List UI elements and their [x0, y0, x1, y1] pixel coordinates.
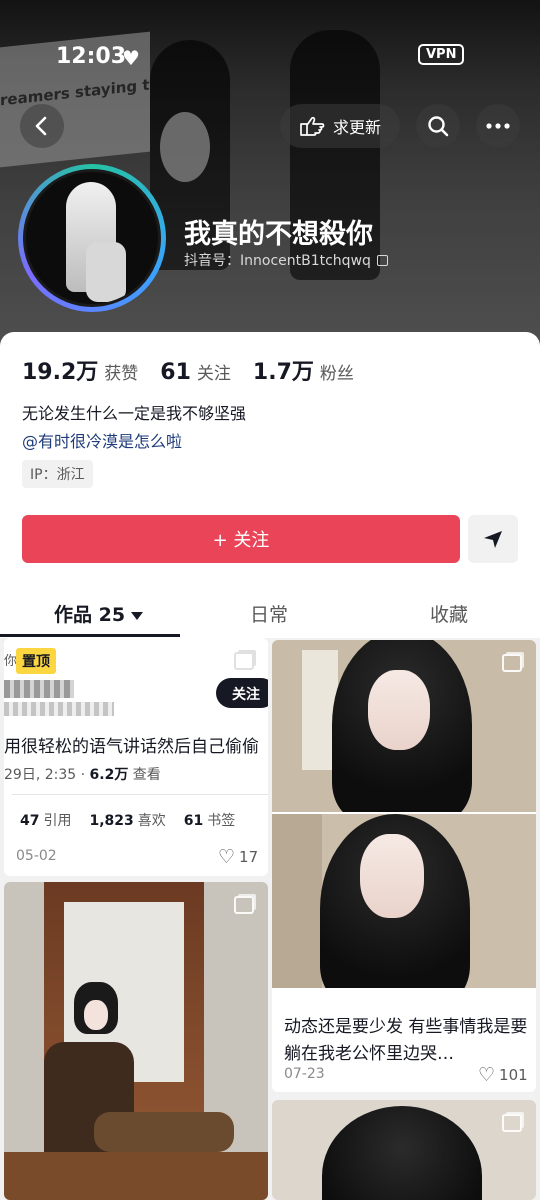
search-icon [428, 116, 449, 137]
caret-down-icon [131, 611, 144, 620]
bookmark-count-value: 61 [183, 813, 204, 829]
post-date: 05-02 [16, 848, 57, 864]
status-time: 12:03 [56, 44, 127, 69]
pinned-badge: 置顶 [16, 648, 56, 674]
post-card-selfie[interactable]: 动态还是要少发 有些事情我是要躺在我老公怀里边哭… 07-23 ♡ 101 [272, 640, 536, 1092]
copy-icon[interactable] [376, 254, 388, 266]
stat-following-value: 61 [160, 360, 191, 385]
avatar[interactable] [18, 164, 166, 312]
back-button[interactable] [20, 104, 64, 148]
search-button[interactable] [416, 104, 460, 148]
tab-daily-label: 日常 [250, 604, 289, 626]
send-icon [484, 531, 502, 548]
quote-count-label: 引用 [43, 813, 72, 829]
heart-outline-icon: ♡ [478, 1064, 496, 1086]
blurred-handle [4, 702, 114, 716]
post-photo-bottom [272, 814, 536, 988]
stat-likes-value: 19.2万 [22, 360, 99, 385]
douyin-id: 抖音号：InnocentB1tchqwq [184, 253, 371, 269]
stat-followers-value: 1.7万 [252, 360, 314, 385]
blurred-username [4, 680, 74, 698]
follow-button-label: + 关注 [212, 530, 270, 551]
stat-likes[interactable]: 19.2万 获赞 [22, 354, 138, 386]
pointing-hand-icon [300, 116, 325, 136]
vpn-badge: VPN [418, 44, 465, 65]
stat-following-label: 关注 [196, 364, 231, 384]
stat-likes-label: 获赞 [104, 364, 139, 384]
post-photo-top [272, 640, 536, 812]
stat-following[interactable]: 61 关注 [160, 359, 231, 385]
active-tab-indicator [0, 634, 180, 637]
ip-location-tag: IP：浙江 [22, 460, 93, 488]
post-photo [272, 1100, 536, 1200]
request-update-button[interactable]: 求更新 [280, 104, 400, 148]
content-tabs: 作品 25 日常 收藏 [0, 590, 540, 638]
multi-image-icon [502, 654, 522, 672]
share-send-button[interactable] [468, 515, 518, 563]
embedded-post-views: 6.2万 [89, 767, 129, 783]
tab-works[interactable]: 作品 25 [54, 600, 144, 627]
tab-favorites[interactable]: 收藏 [430, 600, 468, 627]
stat-followers-label: 粉丝 [319, 364, 354, 384]
multi-image-icon [234, 896, 254, 914]
post-likes-count: 101 [499, 1066, 528, 1084]
tab-daily[interactable]: 日常 [250, 600, 288, 627]
like-count: 1,823 喜欢 [89, 810, 165, 830]
profile-header-cover: reamers staying together 12:03 ♥ VPN 求更新… [0, 0, 540, 360]
bio-mention-link[interactable]: @有时很冷漠是怎么啦 [22, 428, 182, 452]
embedded-post-stats: 47 引用 1,823 喜欢 61 书签 [20, 810, 235, 830]
bio-text: 无论发生什么一定是我不够坚强 [22, 404, 247, 423]
post-photo [4, 882, 268, 1200]
status-bar: 12:03 ♥ VPN [0, 40, 540, 76]
works-feed: 你 置顶 关注 用很轻松的语气讲话然后自己偷偷 29日, 2:35 · 6.2万… [0, 638, 540, 1200]
post-card-pinned[interactable]: 你 置顶 关注 用很轻松的语气讲话然后自己偷偷 29日, 2:35 · 6.2万… [4, 638, 268, 876]
more-dots-icon [486, 123, 510, 129]
post-date: 07-23 [284, 1066, 325, 1082]
multi-image-icon [502, 1114, 522, 1132]
embedded-post-views-label: 查看 [128, 767, 161, 783]
stat-followers[interactable]: 1.7万 粉丝 [253, 354, 354, 386]
tab-works-label: 作品 25 [54, 604, 126, 626]
request-update-label: 求更新 [332, 118, 381, 137]
post-likes-count: 17 [239, 848, 259, 866]
embedded-follow-pill: 关注 [216, 678, 268, 708]
heart-outline-icon: ♡ [218, 846, 236, 868]
multi-image-icon [234, 652, 254, 670]
like-count-label: 喜欢 [137, 813, 166, 829]
embedded-post-date: 29日, 2:35 · [4, 767, 90, 783]
post-likes[interactable]: ♡ 101 [478, 1064, 528, 1086]
quote-count-value: 47 [20, 813, 40, 829]
quote-count: 47 引用 [20, 810, 71, 830]
embedded-post-meta: 29日, 2:35 · 6.2万 查看 [4, 764, 161, 784]
like-count-value: 1,823 [89, 813, 134, 829]
profile-stats: 19.2万 获赞 61 关注 1.7万 粉丝 [22, 354, 354, 386]
more-button[interactable] [476, 104, 520, 148]
tab-favorites-label: 收藏 [430, 604, 469, 626]
heart-icon: ♥ [122, 46, 140, 70]
bookmark-count: 61 书签 [184, 810, 235, 830]
post-likes[interactable]: ♡ 17 [218, 846, 258, 868]
post-caption: 动态还是要少发 有些事情我是要躺在我老公怀里边哭… [284, 1017, 528, 1064]
bookmark-count-label: 书签 [207, 813, 236, 829]
embedded-post-text: 用很轻松的语气讲话然后自己偷偷 [4, 737, 259, 757]
douyin-id-row[interactable]: 抖音号：InnocentB1tchqwq [184, 250, 388, 270]
profile-card: 19.2万 获赞 61 关注 1.7万 粉丝 无论发生什么一定是我不够坚强 @有时很冷… [0, 332, 540, 1200]
post-card-photo[interactable] [4, 882, 268, 1200]
post-card-partial[interactable] [272, 1100, 536, 1200]
profile-nickname: 我真的不想殺你 [184, 219, 373, 250]
follow-button[interactable]: + 关注 [22, 515, 460, 563]
avatar-image [23, 169, 161, 307]
chevron-left-icon [35, 116, 47, 136]
